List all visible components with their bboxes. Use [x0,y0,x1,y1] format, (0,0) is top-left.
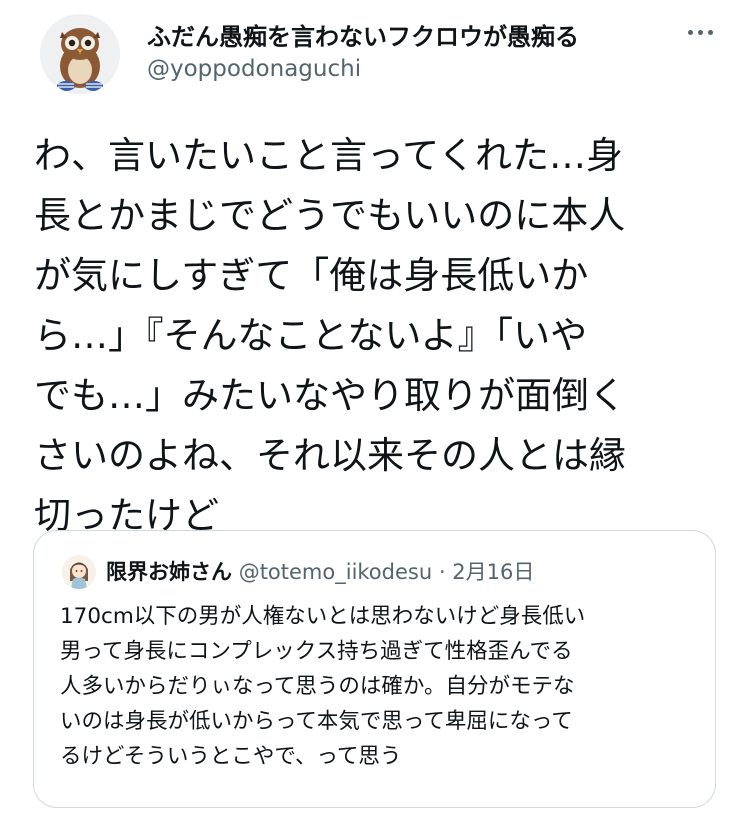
quoted-author-handle[interactable]: @totemo_iikodesu [239,560,432,584]
more-options-button[interactable] [680,18,720,46]
quoted-author-display-name[interactable]: 限界お姉さん [106,560,232,584]
quoted-tweet-header: 限界お姉さん @totemo_iikodesu · 2月16日 [106,557,534,587]
quoted-tweet-card[interactable]: 限界お姉さん @totemo_iikodesu · 2月16日 170cm以下の… [33,530,716,808]
quoted-author-avatar-icon[interactable] [62,555,96,589]
more-dot [707,29,713,35]
quoted-tweet-date[interactable]: 2月16日 [452,560,534,584]
owl-plush-icon [40,14,120,94]
more-dot [697,29,703,35]
tweet-text: わ、言いたいこと言ってくれた…身 長とかまじでどうでもいいのに本人 が気にしすぎ… [34,134,626,537]
header-separator: · [438,560,446,584]
quoted-tweet-text: 170cm以下の男が人権ないとは思わないけど身長低い 男って身長にコンプレックス… [60,604,586,769]
owl-avatar-icon[interactable] [40,14,120,94]
tweet[interactable]: ふだん愚痴を言わないフクロウが愚痴る @yoppodonaguchi わ、言いた… [0,0,750,821]
author-handle[interactable]: @yoppodonaguchi [147,56,361,82]
author-display-name[interactable]: ふだん愚痴を言わないフクロウが愚痴る [147,17,579,52]
more-dots-icon [687,29,693,35]
illustrated-girl-icon [62,555,96,589]
